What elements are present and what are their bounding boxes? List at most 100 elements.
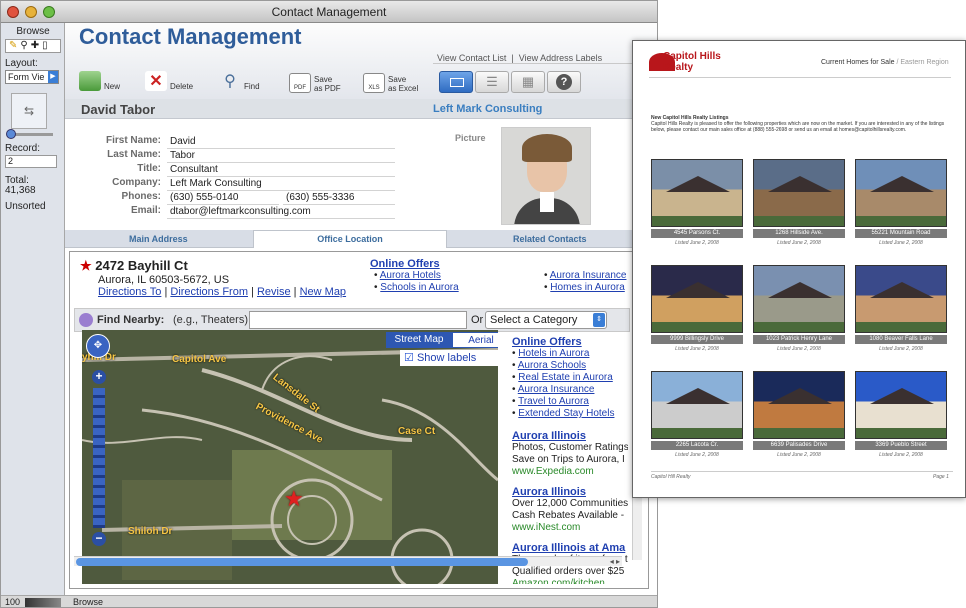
minimize-window-button[interactable]	[25, 6, 37, 18]
pan-control-icon[interactable]: ✥	[86, 334, 110, 358]
help-button[interactable]: ?	[547, 71, 581, 93]
chevron-right-icon: ▶	[48, 71, 58, 83]
zoom-in-button[interactable]: +	[92, 370, 106, 384]
new-map-link[interactable]: New Map	[300, 286, 346, 298]
aerial-map[interactable]: Capitol Ave Lansdale St Providence Ave C…	[82, 330, 498, 584]
web-horizontal-thumb[interactable]	[76, 558, 528, 566]
zoom-window-button[interactable]	[43, 6, 55, 18]
offer-link[interactable]: Aurora Hotels	[380, 270, 441, 281]
house-address: 1023 Patrick Henry Lane	[753, 335, 845, 344]
field-value[interactable]: Consultant	[167, 163, 395, 177]
field-value[interactable]: dtabor@leftmarkconsulting.com	[167, 205, 395, 219]
zoom-slider[interactable]	[93, 388, 105, 528]
layout-select[interactable]: Form Vie ▶	[5, 70, 59, 84]
view-contact-list-link[interactable]: View Contact List	[437, 53, 506, 63]
close-window-button[interactable]	[7, 6, 19, 18]
ad-url[interactable]: Amazon.com/kitchen	[512, 578, 628, 584]
right-offer-link[interactable]: Extended Stay Hotels	[518, 408, 614, 419]
preview-tool-icon[interactable]: ▯	[42, 40, 51, 51]
directions-to-link[interactable]: Directions To	[98, 286, 161, 298]
show-labels-toggle[interactable]: ☑ Show labels	[400, 350, 498, 366]
ad-title[interactable]: Aurora Illinois	[512, 430, 628, 442]
web-viewer[interactable]: ★ 2472 Bayhill Ct Aurora, IL 60503-5672,…	[69, 251, 649, 589]
zoom-out-button[interactable]: −	[92, 532, 106, 546]
zoom-level[interactable]: 100	[5, 596, 20, 607]
house-photo	[855, 265, 947, 333]
record-number-input[interactable]: 2	[5, 155, 57, 168]
mode-tools[interactable]: ✎⚲✚▯	[5, 39, 61, 53]
house-address: 2265 Lacota Cr.	[651, 441, 743, 450]
house-listed-date: Listed June 2, 2008	[879, 452, 923, 458]
tab-main-address[interactable]: Main Address	[129, 234, 188, 244]
ad-text: Over 12,000 Communities	[512, 498, 628, 509]
save-excel-button[interactable]: XLS Save as Excel	[363, 69, 418, 93]
find-tool-icon[interactable]: ⚲	[20, 40, 30, 51]
app-title: Contact Management	[79, 24, 302, 49]
field-value[interactable]: (630) 555-0140	[167, 191, 279, 205]
magnifier-icon: ⚲	[224, 73, 236, 90]
find-nearby-icon	[79, 313, 93, 327]
ad-url[interactable]: www.Expedia.com	[512, 466, 628, 478]
table-view-button[interactable]: ▦	[511, 71, 545, 93]
right-offer-link[interactable]: Hotels in Aurora	[518, 348, 589, 359]
field-value-secondary[interactable]: (630) 555-3336	[283, 191, 395, 205]
layout-tool-icon[interactable]: ✚	[31, 40, 42, 51]
new-button[interactable]: New	[79, 67, 120, 91]
save-excel-label-line1: Save	[388, 75, 407, 84]
address-line2: Aurora, IL 60503-5672, US	[98, 274, 230, 286]
contact-photo	[501, 127, 591, 225]
offer-link[interactable]: Aurora Insurance	[550, 270, 627, 281]
chevron-updown-icon: ⇕	[593, 313, 605, 327]
form-view-button[interactable]	[439, 71, 473, 93]
doc-footer-divider	[651, 471, 953, 472]
view-address-labels-link[interactable]: View Address Labels	[519, 53, 602, 63]
web-horizontal-scrollbar[interactable]: ◂ ▸	[74, 556, 622, 566]
category-select[interactable]: Select a Category ⇕	[485, 311, 607, 329]
book-icon[interactable]: ⇆	[11, 93, 47, 129]
ad-title[interactable]: Aurora Illinois at Ama	[512, 542, 628, 554]
status-bar: 100 Browse	[1, 595, 657, 607]
ad-title[interactable]: Aurora Illinois	[512, 486, 628, 498]
offer-link[interactable]: Homes in Aurora	[550, 282, 624, 293]
find-nearby-input[interactable]	[249, 311, 467, 329]
field-value[interactable]: Left Mark Consulting	[167, 177, 395, 191]
layout-select-value: Form Vie	[8, 72, 45, 82]
field-label: Phones:	[121, 191, 161, 202]
list-view-button[interactable]: ☰	[475, 71, 509, 93]
directions-from-link[interactable]: Directions From	[170, 286, 248, 298]
field-value[interactable]: David	[167, 135, 395, 149]
right-offer-link[interactable]: Aurora Schools	[518, 360, 586, 371]
scroll-arrows-icon[interactable]: ◂ ▸	[610, 557, 620, 566]
status-mode: Browse	[73, 597, 104, 607]
right-offer-link[interactable]: Real Estate in Aurora	[518, 372, 613, 383]
excel-file-icon: XLS	[363, 73, 385, 93]
right-offers-list: • Hotels in Aurora • Aurora Schools • Real…	[512, 348, 628, 420]
house-address: 1080 Beaver Falls Lane	[855, 335, 947, 344]
save-pdf-button[interactable]: PDF Save as PDF	[289, 69, 341, 93]
right-offer-link[interactable]: Travel to Aurora	[518, 396, 589, 407]
header-band: Contact Management View Contact List | V…	[65, 23, 657, 99]
offers-col1: • Aurora Hotels • Schools in Aurora	[374, 270, 459, 293]
doc-intro: New Capitol Hills Realty Listings Capito…	[651, 115, 951, 133]
ad-url[interactable]: www.iNest.com	[512, 522, 628, 534]
offer-link[interactable]: Schools in Aurora	[380, 282, 458, 293]
field-value[interactable]: Tabor	[167, 149, 395, 163]
online-offers-title: Online Offers	[370, 258, 440, 270]
street-map-tab[interactable]: Street Map	[386, 332, 452, 348]
zoom-controls-icon[interactable]	[25, 598, 61, 607]
ad-text: Photos, Customer Ratings	[512, 442, 628, 453]
revise-link[interactable]: Revise	[257, 286, 291, 298]
save-pdf-label-line2: as PDF	[314, 84, 341, 93]
find-button[interactable]: ⚲ Find	[219, 67, 259, 91]
browse-tool-icon[interactable]: ✎	[9, 40, 20, 51]
tab-related-contacts[interactable]: Related Contacts	[513, 234, 587, 244]
checkbox-checked-icon[interactable]: ☑	[404, 352, 414, 364]
house-photo	[855, 159, 947, 227]
field-row: Last Name: Tabor	[65, 149, 405, 163]
delete-button[interactable]: ✕ Delete	[145, 67, 193, 91]
aerial-image-tab[interactable]: Aerial Image	[452, 332, 498, 362]
record-slider-thumb[interactable]	[6, 129, 16, 139]
tab-office-location[interactable]: Office Location	[253, 230, 447, 248]
right-offer-link[interactable]: Aurora Insurance	[518, 384, 595, 395]
record-label: Record:	[5, 143, 41, 154]
